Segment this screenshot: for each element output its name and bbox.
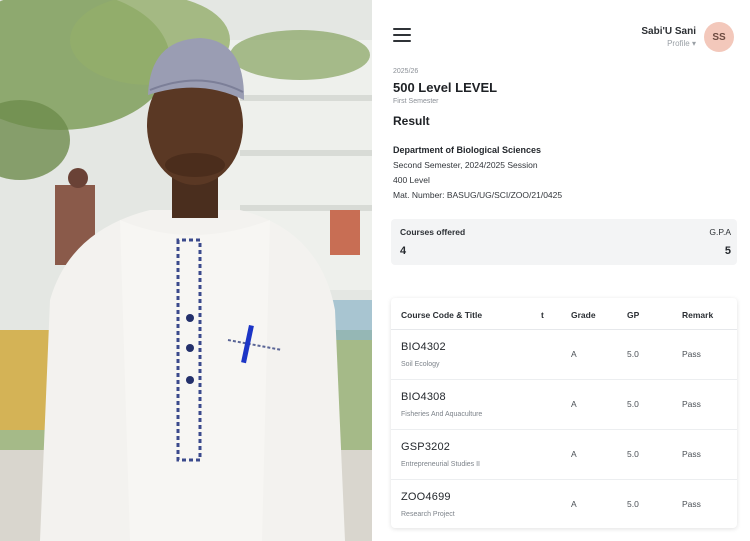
course-remark: Pass	[682, 349, 701, 359]
course-title: Soil Ecology	[401, 361, 440, 368]
table-row: GSP3202 Entrepreneurial Studies II A 5.0…	[391, 430, 737, 480]
course-gp: 5.0	[627, 349, 639, 359]
department-name: Department of Biological Sciences	[393, 145, 542, 155]
header-course: Course Code & Title	[401, 310, 483, 320]
course-code: BIO4302	[401, 341, 446, 353]
table-row: BIO4302 Soil Ecology A 5.0 Pass	[391, 330, 737, 380]
course-title: Fisheries And Aquaculture	[401, 411, 483, 418]
gpa-label: G.P.A	[709, 227, 731, 237]
course-gp: 5.0	[627, 399, 639, 409]
course-grade: A	[571, 399, 577, 409]
header-gp: GP	[627, 310, 640, 320]
user-text: Sabi'U Sani Profile ▾	[641, 26, 696, 48]
courses-offered-value: 4	[400, 245, 407, 257]
header-remark: Remark	[682, 310, 714, 320]
course-title: Entrepreneurial Studies II	[401, 461, 480, 468]
student-info: Department of Biological Sciences Second…	[393, 145, 562, 205]
session-label: 2025/26	[393, 68, 419, 75]
course-code: ZOO4699	[401, 491, 451, 503]
table-row: ZOO4699 Research Project A 5.0 Pass	[391, 480, 737, 530]
user-profile[interactable]: Sabi'U Sani Profile ▾ SS	[641, 22, 734, 52]
table-header: Course Code & Title t Grade GP Remark	[391, 298, 737, 330]
profile-dropdown-label[interactable]: Profile ▾	[641, 39, 696, 48]
header-t: t	[541, 310, 544, 320]
level-title: 500 Level LEVEL	[393, 80, 498, 95]
menu-icon[interactable]	[393, 28, 411, 44]
table-row: BIO4308 Fisheries And Aquaculture A 5.0 …	[391, 380, 737, 430]
course-grade: A	[571, 349, 577, 359]
student-photo	[0, 0, 372, 541]
level-info: 400 Level	[393, 175, 430, 185]
course-remark: Pass	[682, 399, 701, 409]
avatar[interactable]: SS	[704, 22, 734, 52]
result-summary: Courses offered 4 G.P.A 5	[391, 219, 737, 265]
semester-label: First Semester	[393, 98, 439, 105]
course-remark: Pass	[682, 449, 701, 459]
header-grade: Grade	[571, 310, 596, 320]
courses-table: Course Code & Title t Grade GP Remark BI…	[391, 298, 737, 528]
course-gp: 5.0	[627, 449, 639, 459]
course-code: GSP3202	[401, 441, 451, 453]
course-title: Research Project	[401, 511, 455, 518]
gpa-value: 5	[724, 245, 731, 257]
session-info: Second Semester, 2024/2025 Session	[393, 160, 538, 170]
matric-number: Mat. Number: BASUG/UG/SCI/ZOO/21/0425	[393, 190, 563, 200]
course-gp: 5.0	[627, 499, 639, 509]
course-remark: Pass	[682, 499, 701, 509]
page-title: Result	[393, 114, 430, 128]
courses-offered-label: Courses offered	[400, 227, 466, 237]
user-name: Sabi'U Sani	[641, 26, 696, 37]
course-code: BIO4308	[401, 391, 446, 403]
result-app-screen: Sabi'U Sani Profile ▾ SS 2025/26 500 Lev…	[375, 0, 750, 541]
course-grade: A	[571, 499, 577, 509]
course-grade: A	[571, 449, 577, 459]
